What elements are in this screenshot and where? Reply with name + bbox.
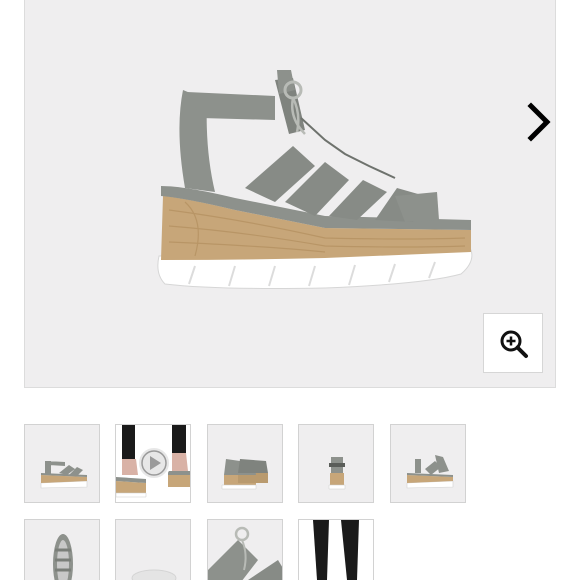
main-product-image[interactable]: [24, 0, 556, 388]
product-gallery: [0, 0, 580, 580]
thumbnail-back-view[interactable]: [298, 424, 374, 503]
thumbnail-sole-view[interactable]: [115, 519, 191, 580]
thumbnail-detail-view[interactable]: [207, 519, 283, 580]
zoom-button[interactable]: [483, 313, 543, 373]
thumbnail-on-foot-video[interactable]: [115, 424, 191, 503]
thumbnail-model-view[interactable]: [298, 519, 374, 580]
thumbnail-top-view[interactable]: [24, 519, 100, 580]
thumbnail-angle-view[interactable]: [390, 424, 466, 503]
chevron-right-icon: [527, 102, 551, 142]
thumbnail-pair-view[interactable]: [207, 424, 283, 503]
play-video-icon: [137, 446, 171, 480]
sandal-image: [157, 70, 473, 289]
zoom-in-icon: [500, 330, 528, 358]
next-image-button[interactable]: [519, 100, 559, 144]
thumbnail-side-view[interactable]: [24, 424, 100, 503]
